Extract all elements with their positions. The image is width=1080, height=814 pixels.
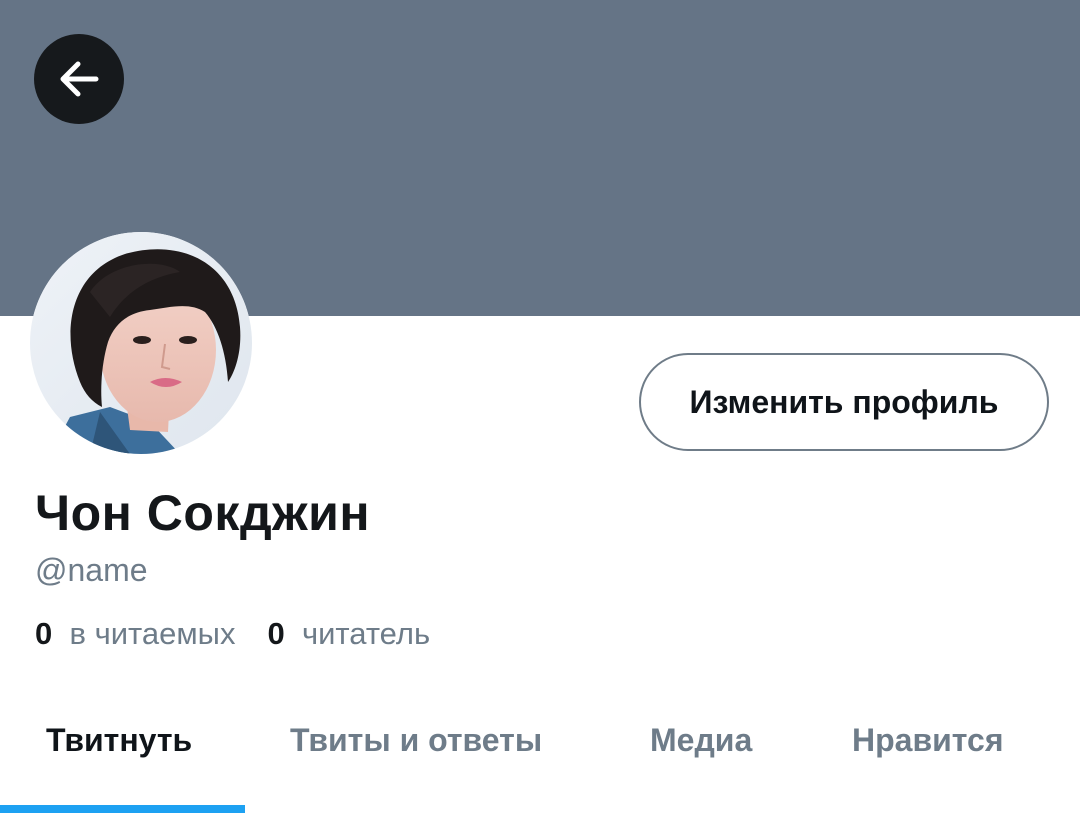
back-button[interactable] <box>34 34 124 124</box>
followers-count: 0 <box>267 616 285 651</box>
followers-link[interactable]: 0 читатель <box>267 616 430 651</box>
followers-label: читатель <box>301 616 431 651</box>
display-name: Чон Сокджин <box>35 485 371 541</box>
tab-tweets-and-replies[interactable]: Твиты и ответы <box>290 722 542 759</box>
edit-profile-button[interactable]: Изменить профиль <box>639 353 1049 451</box>
active-tab-indicator <box>0 805 245 813</box>
following-label: в читаемых <box>69 616 236 651</box>
follow-stats: 0 в читаемых 0 читатель <box>35 616 430 652</box>
tab-tweets[interactable]: Твитнуть <box>46 722 192 759</box>
avatar-image <box>30 232 252 454</box>
tab-likes[interactable]: Нравится <box>852 722 1004 759</box>
following-link[interactable]: 0 в читаемых <box>35 616 235 651</box>
following-count: 0 <box>35 616 53 651</box>
arrow-left-icon <box>60 61 99 97</box>
avatar[interactable] <box>30 232 252 454</box>
tab-media[interactable]: Медиа <box>650 722 752 759</box>
username-handle: @name <box>35 552 148 588</box>
